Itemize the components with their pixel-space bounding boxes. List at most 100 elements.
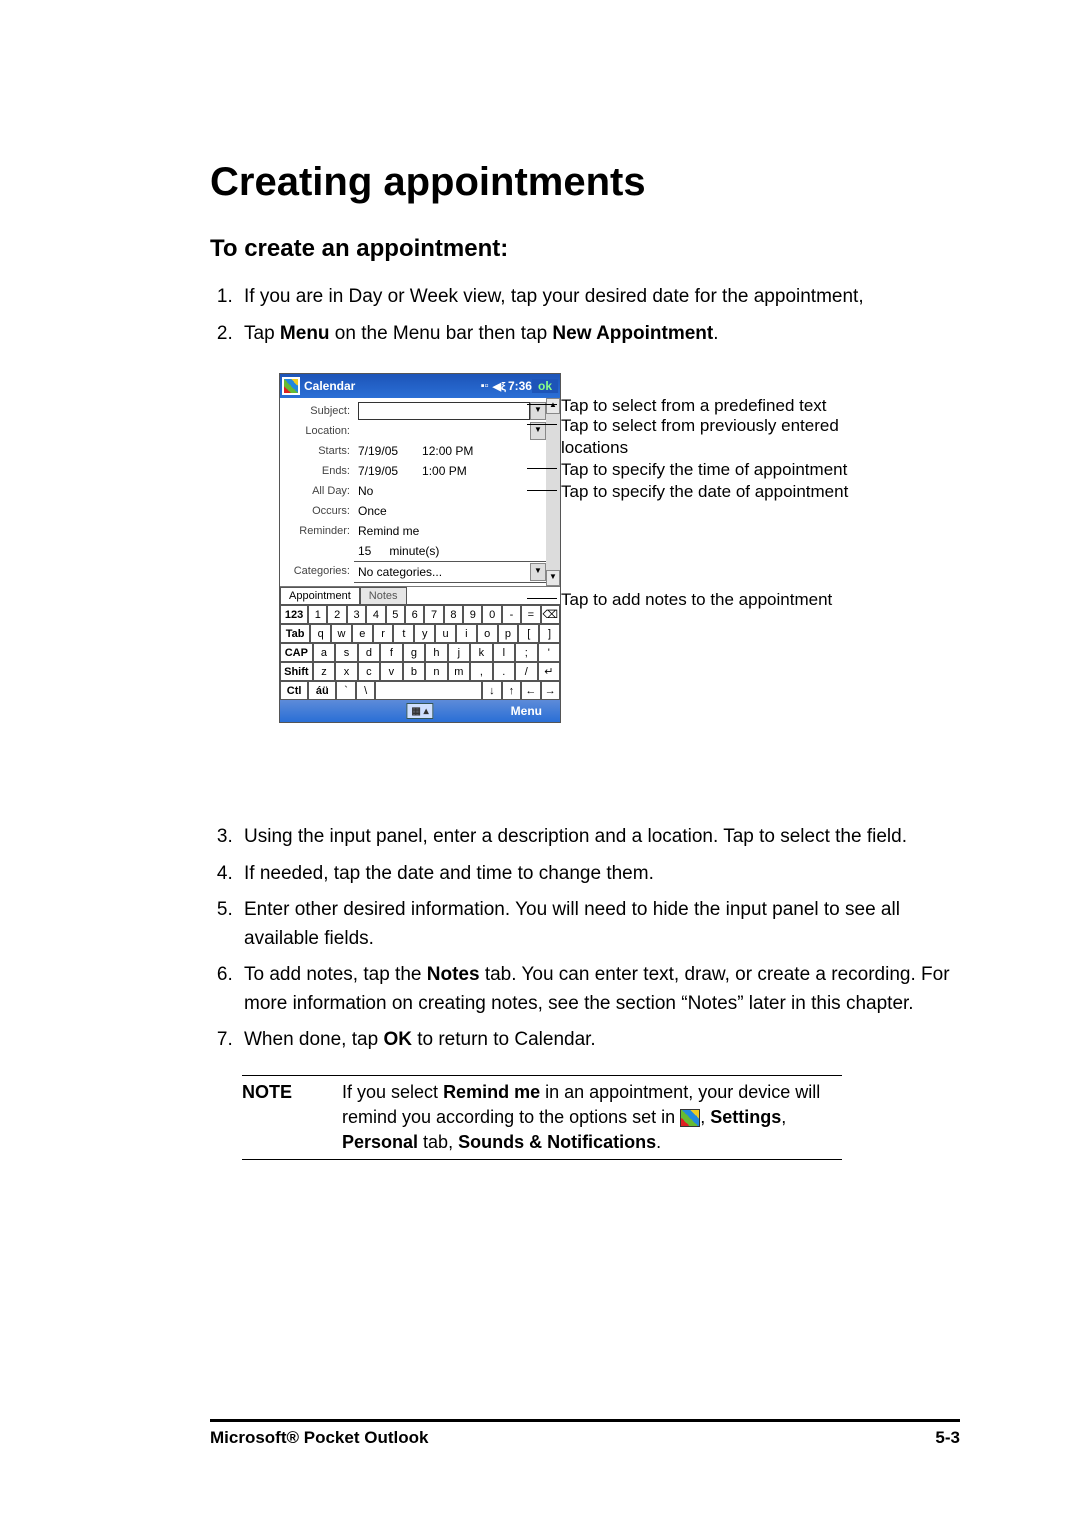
key[interactable]: ] xyxy=(539,624,560,643)
key[interactable]: o xyxy=(477,624,498,643)
key[interactable]: q xyxy=(310,624,331,643)
key[interactable]: i xyxy=(456,624,477,643)
key[interactable]: 3 xyxy=(347,605,366,624)
figure: Calendar ▪▫ ◀ξ 7:36 ok Subject: Location… xyxy=(210,373,960,793)
key[interactable]: - xyxy=(502,605,521,624)
key[interactable]: l xyxy=(493,643,515,662)
key[interactable]: CAP xyxy=(280,643,313,662)
key[interactable]: c xyxy=(358,662,380,681)
note-text: If you select Remind me in an appointmen… xyxy=(342,1080,842,1156)
key[interactable]: = xyxy=(521,605,540,624)
key[interactable]: . xyxy=(493,662,515,681)
key[interactable]: a xyxy=(313,643,335,662)
key[interactable]: 123 xyxy=(280,605,308,624)
key[interactable]: 4 xyxy=(366,605,385,624)
allday-value[interactable]: No xyxy=(354,484,373,498)
key[interactable]: g xyxy=(403,643,425,662)
key[interactable]: p xyxy=(498,624,519,643)
key[interactable]: ` xyxy=(336,681,355,700)
key[interactable]: \ xyxy=(356,681,375,700)
starts-time[interactable]: 12:00 PM xyxy=(418,444,473,458)
menu-button[interactable]: Menu xyxy=(511,704,542,718)
key[interactable]: 8 xyxy=(444,605,463,624)
step-1: If you are in Day or Week view, tap your… xyxy=(238,283,960,312)
page-title: Creating appointments xyxy=(210,160,960,205)
form-scrollbar[interactable]: ▲ ▼ xyxy=(546,398,560,586)
key[interactable]: 9 xyxy=(463,605,482,624)
key[interactable]: Ctl xyxy=(280,681,308,700)
key[interactable]: y xyxy=(414,624,435,643)
key[interactable]: [ xyxy=(518,624,539,643)
reminder-value[interactable]: Remind me xyxy=(354,524,419,538)
callout-date: Tap to specify the date of appointment xyxy=(561,481,848,503)
key[interactable]: m xyxy=(448,662,470,681)
key[interactable]: w xyxy=(331,624,352,643)
key[interactable]: ← xyxy=(521,681,540,700)
key[interactable]: k xyxy=(470,643,492,662)
start-icon[interactable] xyxy=(282,377,300,395)
scroll-up[interactable]: ▲ xyxy=(546,398,560,414)
reminder-unit[interactable]: minute(s) xyxy=(385,544,439,558)
key[interactable]: u xyxy=(435,624,456,643)
key[interactable]: r xyxy=(373,624,394,643)
key[interactable]: ; xyxy=(515,643,537,662)
key[interactable]: t xyxy=(393,624,414,643)
key[interactable]: b xyxy=(403,662,425,681)
key[interactable]: / xyxy=(515,662,537,681)
key[interactable]: f xyxy=(380,643,402,662)
key[interactable]: j xyxy=(448,643,470,662)
subject-label: Subject: xyxy=(280,405,354,417)
reminder-num[interactable]: 15 xyxy=(354,544,371,558)
key[interactable]: 0 xyxy=(482,605,501,624)
volume-icon: ◀ξ xyxy=(493,380,506,393)
key[interactable]: Tab xyxy=(280,624,310,643)
key[interactable]: ⌫ xyxy=(541,605,560,624)
ok-button[interactable]: ok xyxy=(532,379,558,393)
subject-input[interactable] xyxy=(358,402,530,420)
tab-appointment[interactable]: Appointment xyxy=(280,587,360,604)
scroll-down[interactable]: ▼ xyxy=(546,570,560,586)
categories-dropdown[interactable]: ▼ xyxy=(530,563,546,581)
occurs-value[interactable]: Once xyxy=(354,504,387,518)
reminder-label: Reminder: xyxy=(280,525,354,537)
key[interactable]: 7 xyxy=(424,605,443,624)
key[interactable]: ↑ xyxy=(502,681,521,700)
categories-value[interactable]: No categories... xyxy=(354,565,442,579)
key[interactable]: 1 xyxy=(308,605,327,624)
key[interactable] xyxy=(375,681,482,700)
key[interactable]: 2 xyxy=(327,605,346,624)
key[interactable]: x xyxy=(335,662,357,681)
location-label: Location: xyxy=(280,425,354,437)
key[interactable]: e xyxy=(352,624,373,643)
step-5: Enter other desired information. You wil… xyxy=(238,896,960,953)
clock: 7:36 xyxy=(508,379,532,393)
starts-label: Starts: xyxy=(280,445,354,457)
key[interactable]: ↵ xyxy=(538,662,560,681)
key[interactable]: áü xyxy=(308,681,336,700)
key[interactable]: Shift xyxy=(280,662,313,681)
key[interactable]: d xyxy=(358,643,380,662)
location-input[interactable] xyxy=(358,423,530,439)
key[interactable]: n xyxy=(425,662,447,681)
key[interactable]: z xyxy=(313,662,335,681)
key[interactable]: s xyxy=(335,643,357,662)
starts-date[interactable]: 7/19/05 xyxy=(354,444,398,458)
step-6: To add notes, tap the Notes tab. You can… xyxy=(238,961,960,1018)
key[interactable]: , xyxy=(470,662,492,681)
ends-time[interactable]: 1:00 PM xyxy=(418,464,467,478)
key[interactable]: v xyxy=(380,662,402,681)
soft-keyboard[interactable]: 1231234567890-=⌫ Tabqwertyuiop[] CAPasdf… xyxy=(280,605,560,700)
footer-left: Microsoft® Pocket Outlook xyxy=(210,1428,428,1448)
note-label: NOTE xyxy=(242,1080,342,1156)
key[interactable]: → xyxy=(541,681,560,700)
key[interactable]: ↓ xyxy=(482,681,501,700)
pda-screenshot: Calendar ▪▫ ◀ξ 7:36 ok Subject: Location… xyxy=(279,373,561,723)
key[interactable]: ' xyxy=(538,643,560,662)
callout-location: Tap to select from previously entered lo… xyxy=(561,415,891,459)
sip-icon[interactable]: ▦ ▴ xyxy=(406,703,433,719)
key[interactable]: h xyxy=(425,643,447,662)
key[interactable]: 6 xyxy=(405,605,424,624)
key[interactable]: 5 xyxy=(386,605,405,624)
ends-date[interactable]: 7/19/05 xyxy=(354,464,398,478)
tab-notes[interactable]: Notes xyxy=(360,587,407,604)
